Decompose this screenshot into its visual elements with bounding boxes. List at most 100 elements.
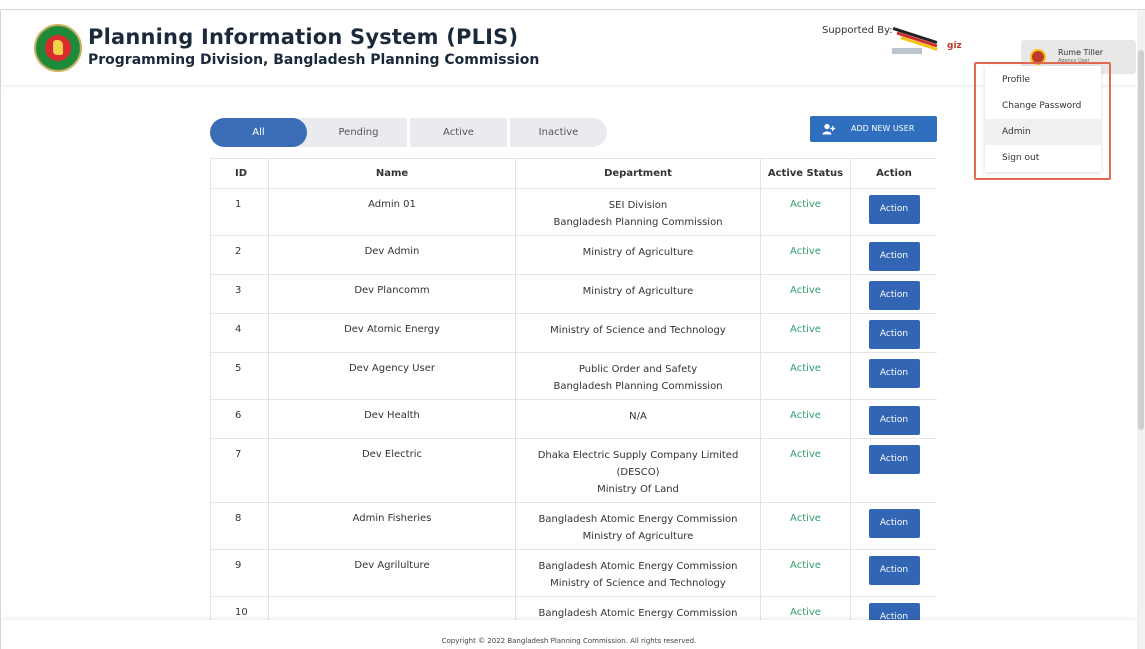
cell-active-status: Active: [760, 235, 851, 275]
page-scrollbar[interactable]: [1137, 10, 1145, 649]
window-top-edge: [0, 0, 1145, 10]
row-action-button[interactable]: Action: [868, 445, 920, 474]
menu-item-profile[interactable]: Profile: [985, 67, 1101, 93]
cell-active-status: Active: [760, 313, 851, 353]
header-active-status: Active Status: [760, 158, 851, 189]
row-action-button[interactable]: Action: [868, 320, 920, 349]
cell-action: Action: [850, 274, 937, 314]
department-line: Bangladesh Atomic Energy Commission: [538, 608, 738, 619]
user-filter-tabs: All Pending Active Inactive: [210, 118, 607, 147]
scrollbar-thumb[interactable]: [1138, 50, 1144, 430]
cell-department: Bangladesh Atomic Energy Commission: [515, 596, 761, 620]
government-seal-logo: [34, 24, 82, 72]
cell-id: 10: [210, 596, 269, 620]
cell-id: 7: [210, 438, 269, 503]
cell-active-status: Active: [760, 438, 851, 503]
row-action-button[interactable]: Action: [868, 242, 920, 271]
cell-name: Dev Admin: [268, 235, 516, 275]
users-table-container: ID Name Department Active Status Action …: [210, 158, 937, 620]
cell-action: Action: [850, 438, 937, 503]
cell-department: Ministry of Agriculture: [515, 235, 761, 275]
department-line: Dhaka Electric Supply Company Limited: [537, 450, 739, 461]
header-action: Action: [850, 158, 937, 189]
app-title: Planning Information System (PLIS): [88, 25, 519, 49]
menu-item-admin[interactable]: Admin: [985, 119, 1101, 145]
table-row: 7 Dev Electric Dhaka Electric Supply Compa…: [210, 438, 937, 503]
seal-map-shape: [53, 40, 63, 55]
cell-action: Action: [850, 352, 937, 400]
cell-department: Ministry of Agriculture: [515, 274, 761, 314]
table-row: 1 Admin 01 SEI Division Bangladesh Planning…: [210, 188, 937, 236]
cell-id: 2: [210, 235, 269, 275]
cell-name: Dev Health: [268, 399, 516, 439]
cell-id: 9: [210, 549, 269, 597]
cell-name: Admin Fisheries: [268, 502, 516, 550]
page-footer: Copyright © 2022 Bangladesh Planning Com…: [1, 620, 1137, 649]
cell-action: Action: [850, 596, 937, 620]
cell-active-status: Active: [760, 596, 851, 620]
cell-action: Action: [850, 399, 937, 439]
add-new-user-label: ADD NEW USER: [851, 124, 915, 133]
row-action-button[interactable]: Action: [868, 509, 920, 538]
table-row: 9 Dev Agrilulture Bangladesh Atomic Energy…: [210, 549, 937, 597]
cell-id: 6: [210, 399, 269, 439]
row-action-button[interactable]: Action: [868, 406, 920, 435]
row-action-button[interactable]: Action: [868, 556, 920, 585]
cell-id: 3: [210, 274, 269, 314]
cell-name: Dev Agrilulture: [268, 549, 516, 597]
cell-name: Dev Atomic Energy: [268, 313, 516, 353]
cell-action: Action: [850, 235, 937, 275]
window-left-edge: [0, 10, 1, 649]
cell-active-status: Active: [760, 399, 851, 439]
table-row: 8 Admin Fisheries Bangladesh Atomic Energy…: [210, 502, 937, 550]
department-line: Ministry of Agriculture: [582, 531, 694, 542]
cell-active-status: Active: [760, 352, 851, 400]
department-line: Bangladesh Atomic Energy Commission: [538, 561, 738, 572]
add-user-icon: [822, 123, 836, 135]
department-line: Ministry Of Land: [597, 484, 679, 495]
department-line: (DESCO): [616, 467, 660, 478]
department-line: Bangladesh Atomic Energy Commission: [538, 514, 738, 525]
cell-name: Dev Electric: [268, 438, 516, 503]
department-line: Bangladesh Planning Commission: [553, 381, 723, 392]
cell-action: Action: [850, 313, 937, 353]
add-new-user-button[interactable]: ADD NEW USER: [810, 116, 937, 142]
cell-name: Dev Agency User: [268, 352, 516, 400]
cell-department: Bangladesh Atomic Energy Commission Minis…: [515, 549, 761, 597]
cell-department: Ministry of Science and Technology: [515, 313, 761, 353]
table-row: 5 Dev Agency User Public Order and Safety B…: [210, 352, 937, 400]
department-line: SEI Division: [608, 200, 668, 211]
department-line: Public Order and Safety: [578, 364, 698, 375]
users-table: ID Name Department Active Status Action …: [210, 158, 937, 620]
cell-department: Public Order and Safety Bangladesh Planni…: [515, 352, 761, 400]
tab-all[interactable]: All: [210, 118, 307, 147]
app-subtitle: Programming Division, Bangladesh Plannin…: [88, 52, 540, 68]
cell-active-status: Active: [760, 502, 851, 550]
cell-action: Action: [850, 549, 937, 597]
copyright-text: Copyright © 2022 Bangladesh Planning Com…: [441, 637, 697, 645]
row-action-button[interactable]: Action: [868, 281, 920, 310]
row-action-button[interactable]: Action: [868, 195, 920, 224]
cell-active-status: Active: [760, 188, 851, 236]
table-row: 2 Dev Admin Ministry of Agriculture Active A…: [210, 235, 937, 275]
tab-inactive[interactable]: Inactive: [510, 118, 607, 147]
tab-pending[interactable]: Pending: [310, 118, 407, 147]
seal-red-circle: [45, 35, 71, 61]
menu-item-change-password[interactable]: Change Password: [985, 93, 1101, 119]
header-id: ID: [210, 158, 269, 189]
cell-name: [268, 596, 516, 620]
cell-name: Admin 01: [268, 188, 516, 236]
cell-name: Dev Plancomm: [268, 274, 516, 314]
menu-item-sign-out[interactable]: Sign out: [985, 145, 1101, 171]
sponsor-giz-logo: giz: [947, 41, 962, 51]
department-line: N/A: [629, 411, 647, 422]
cell-department: Dhaka Electric Supply Company Limited (DE…: [515, 438, 761, 503]
row-action-button[interactable]: Action: [868, 359, 920, 388]
table-row: 10 Bangladesh Atomic Energy Commission Act…: [210, 596, 937, 620]
tab-active[interactable]: Active: [410, 118, 507, 147]
table-row: 6 Dev Health N/A Active Action: [210, 399, 937, 439]
header-name: Name: [268, 158, 516, 189]
cell-department: N/A: [515, 399, 761, 439]
row-action-button[interactable]: Action: [868, 603, 920, 620]
cell-department: Bangladesh Atomic Energy Commission Minis…: [515, 502, 761, 550]
